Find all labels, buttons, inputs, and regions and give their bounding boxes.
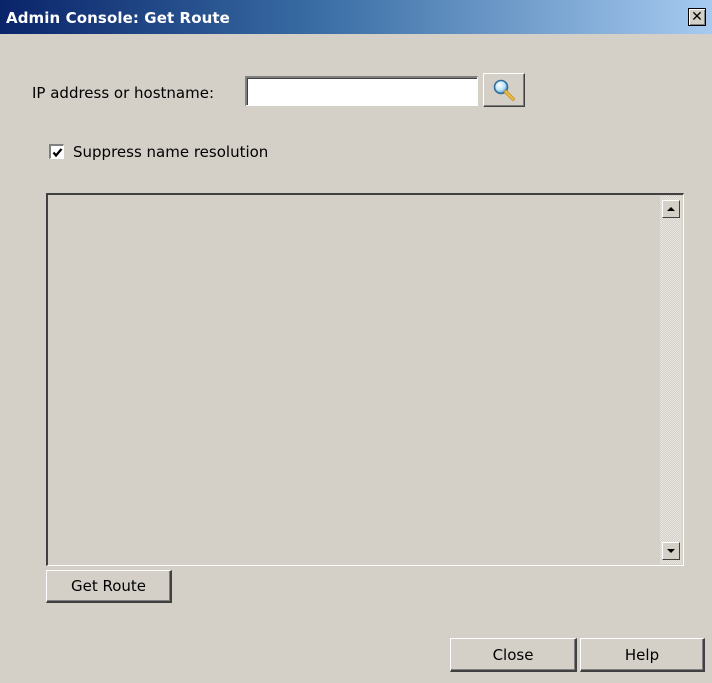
- suppress-name-resolution-label[interactable]: Suppress name resolution: [73, 143, 268, 161]
- close-icon: ✕: [691, 9, 703, 25]
- arrow-up-icon: [667, 207, 675, 211]
- ip-address-label: IP address or hostname:: [32, 84, 215, 102]
- ip-address-input[interactable]: [245, 76, 478, 106]
- scroll-down-button[interactable]: [662, 542, 680, 560]
- title-bar[interactable]: Admin Console: Get Route ✕: [0, 0, 712, 34]
- scroll-up-button[interactable]: [662, 200, 680, 218]
- checkmark-icon: [52, 147, 62, 157]
- vertical-scrollbar[interactable]: [660, 196, 682, 564]
- help-button[interactable]: Help: [580, 638, 705, 672]
- close-button[interactable]: Close: [450, 638, 577, 672]
- window-title: Admin Console: Get Route: [6, 9, 230, 27]
- get-route-dialog: Admin Console: Get Route ✕ IP address or…: [0, 0, 712, 683]
- route-output-textarea[interactable]: [46, 193, 684, 566]
- lookup-button[interactable]: [483, 73, 525, 107]
- suppress-name-resolution-checkbox[interactable]: [49, 144, 64, 159]
- arrow-down-icon: [667, 549, 675, 553]
- get-route-button[interactable]: Get Route: [46, 570, 172, 603]
- magnifier-icon: [493, 79, 515, 101]
- window-close-button[interactable]: ✕: [688, 8, 706, 26]
